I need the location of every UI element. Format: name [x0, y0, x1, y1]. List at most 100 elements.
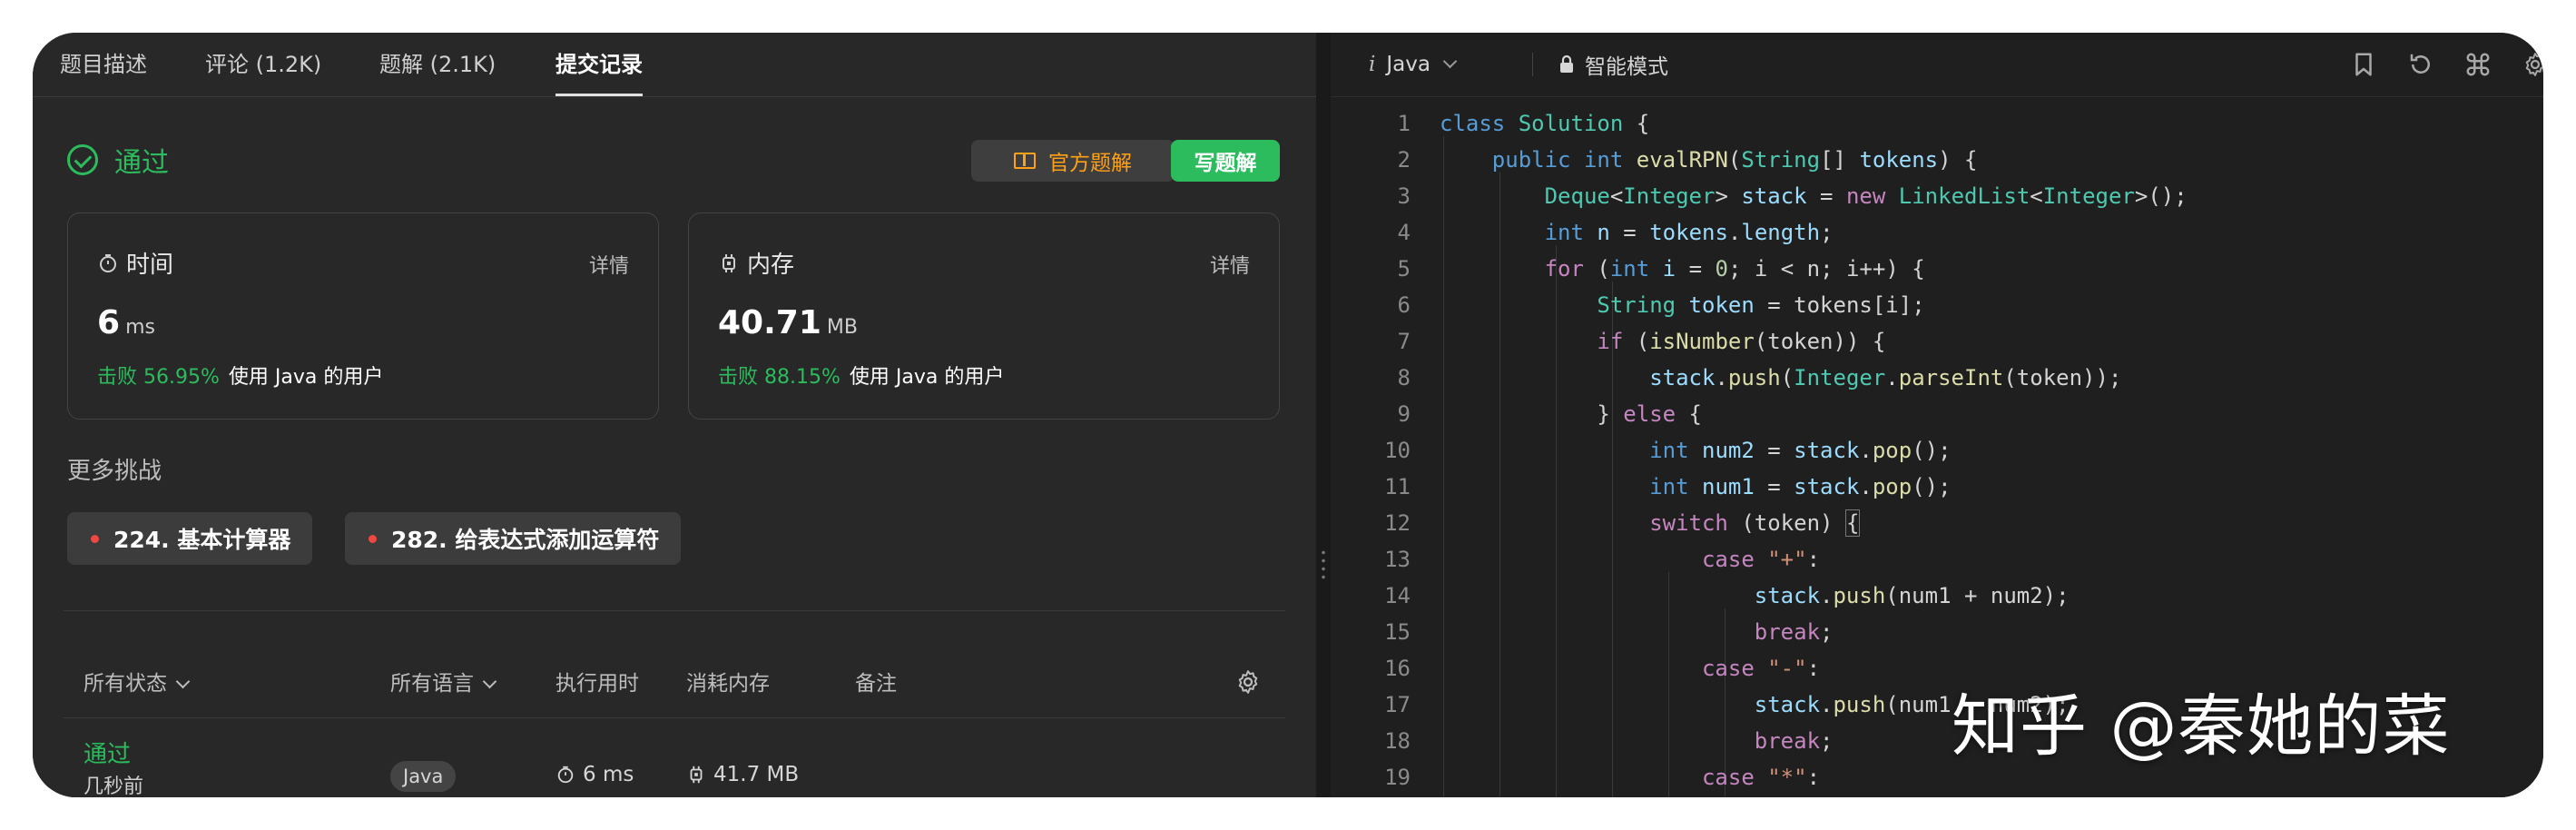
- row-language-badge: Java: [390, 761, 457, 792]
- code-line: case "-":: [1701, 656, 1821, 681]
- command-icon[interactable]: [2464, 51, 2492, 78]
- code-line: stack.push(num1 + num2);: [1754, 583, 2070, 608]
- code-line: Deque<Integer> stack = new LinkedList<In…: [1544, 183, 2188, 209]
- line-number: 13: [1384, 547, 1411, 572]
- status-label: 通过: [114, 147, 169, 179]
- runtime-beat: 击败 56.95% 使用 Java 的用户: [97, 361, 383, 390]
- chevron-down-icon: [482, 674, 497, 689]
- tab-submissions[interactable]: 提交记录: [556, 33, 643, 96]
- runtime-title-text: 时间: [126, 252, 174, 279]
- memory-title-text: 内存: [747, 252, 795, 279]
- code-line: if (isNumber(token)) {: [1597, 329, 1886, 354]
- table-row[interactable]: 通过 几秒前 Java 6 ms 41.7 MB: [33, 725, 1316, 797]
- challenge-chip-282[interactable]: 282. 给表达式添加运算符: [345, 512, 682, 565]
- header-runtime: 执行用时: [556, 672, 639, 696]
- line-number: 18: [1384, 728, 1411, 754]
- line-number: 10: [1384, 438, 1411, 463]
- line-number: 2: [1397, 147, 1411, 173]
- line-number: 4: [1397, 220, 1411, 245]
- memory-detail-link[interactable]: 详情: [1210, 250, 1250, 279]
- line-number: 11: [1384, 474, 1411, 499]
- tab-comments[interactable]: 评论 (1.2K): [205, 33, 321, 96]
- memory-unit: MB: [826, 316, 858, 339]
- runtime-detail-link[interactable]: 详情: [589, 250, 629, 279]
- difficulty-dot: [91, 534, 99, 543]
- panel-resizer[interactable]: [1316, 33, 1331, 797]
- submissions-table-header: 所有状态 所有语言 执行用时 消耗内存 备注: [33, 663, 1316, 705]
- divider: [64, 610, 1285, 611]
- line-number: 5: [1397, 256, 1411, 282]
- header-memory: 消耗内存: [686, 672, 770, 696]
- line-number: 14: [1384, 583, 1411, 608]
- filter-language[interactable]: 所有语言: [390, 663, 497, 705]
- line-number: 7: [1397, 329, 1411, 354]
- official-solution-button[interactable]: 官方题解: [971, 140, 1175, 182]
- language-select[interactable]: i Java: [1369, 33, 1458, 96]
- write-solution-button[interactable]: 写题解: [1171, 140, 1280, 182]
- gear-icon[interactable]: [1234, 668, 1262, 696]
- language-select-value: Java: [1386, 53, 1431, 76]
- memory-beat: 击败 88.15% 使用 Java 的用户: [718, 361, 1004, 390]
- code-line: case "+":: [1701, 547, 1821, 572]
- line-number: 9: [1397, 401, 1411, 427]
- code-line: public int evalRPN(String[] tokens) {: [1491, 147, 1978, 173]
- smart-mode-toggle[interactable]: 智能模式: [1558, 33, 1668, 96]
- line-number: 17: [1384, 692, 1411, 717]
- code-line: stack.push(Integer.parseInt(token));: [1649, 365, 2122, 390]
- code-line: break;: [1754, 619, 1834, 645]
- challenge-chip-224[interactable]: 224. 基本计算器: [67, 512, 313, 565]
- runtime-title: 时间: [97, 246, 173, 280]
- code-line: int n = tokens.length;: [1544, 220, 1834, 245]
- line-number: 12: [1384, 510, 1411, 536]
- row-time: 几秒前: [84, 776, 144, 797]
- chip-icon: [723, 253, 735, 272]
- timer-icon: [557, 766, 574, 784]
- check-circle-icon: [67, 144, 98, 175]
- editor-toolbar: i Java 智能模式: [1331, 33, 2543, 97]
- line-number: 3: [1397, 183, 1411, 209]
- divider: [64, 717, 1285, 718]
- row-runtime-value: 6 ms: [583, 763, 634, 786]
- tab-solutions[interactable]: 题解 (2.1K): [379, 33, 496, 96]
- code-line: class Solution {: [1440, 111, 1650, 136]
- memory-beat-text: 使用 Java 的用户: [849, 366, 1005, 389]
- memory-title: 内存: [718, 246, 794, 280]
- watermark: 知乎 @秦她的菜: [1952, 687, 2451, 766]
- lock-icon: [1560, 54, 1573, 73]
- info-icon: i: [1369, 53, 1376, 76]
- reset-icon[interactable]: [2407, 51, 2434, 78]
- row-status[interactable]: 通过: [84, 736, 131, 769]
- runtime-beat-pct: 击败 56.95%: [97, 366, 220, 389]
- toolbar-separator: [1532, 53, 1533, 76]
- row-runtime: 6 ms: [556, 763, 634, 786]
- code-line: for (int i = 0; i < n; i++) {: [1544, 256, 1925, 282]
- memory-value: 40.71 MB: [718, 304, 858, 341]
- line-number: 16: [1384, 656, 1411, 681]
- code-line: break;: [1754, 728, 1834, 754]
- runtime-beat-text: 使用 Java 的用户: [228, 366, 384, 389]
- memory-beat-pct: 击败 88.15%: [718, 366, 841, 389]
- bookmark-icon[interactable]: [2350, 51, 2377, 78]
- header-notes: 备注: [855, 672, 897, 696]
- row-memory-value: 41.7 MB: [713, 763, 800, 786]
- line-number: 1: [1397, 111, 1411, 136]
- runtime-value: 6 ms: [97, 304, 155, 341]
- code-line: case "*":: [1701, 765, 1821, 790]
- memory-card: 内存 详情 40.71 MB 击败 88.15% 使用 Java 的用户: [688, 212, 1280, 420]
- left-panel: 题目描述 评论 (1.2K) 题解 (2.1K) 提交记录 通过 官方题解 写题…: [33, 33, 1316, 797]
- code-line: int num2 = stack.pop();: [1649, 438, 1952, 463]
- runtime-unit: ms: [125, 316, 155, 339]
- more-challenges-title: 更多挑战: [67, 458, 162, 485]
- drag-handle-icon[interactable]: [1321, 548, 1326, 581]
- runtime-number: 6: [97, 304, 121, 341]
- settings-icon[interactable]: [2522, 51, 2543, 78]
- tab-description[interactable]: 题目描述: [60, 33, 147, 96]
- filter-status[interactable]: 所有状态: [84, 663, 191, 705]
- difficulty-dot: [369, 534, 377, 543]
- problem-tabs: 题目描述 评论 (1.2K) 题解 (2.1K) 提交记录: [33, 33, 1316, 97]
- line-number: 19: [1384, 765, 1411, 790]
- book-icon: [1014, 153, 1036, 169]
- chevron-down-icon: [175, 674, 191, 689]
- code-line: String token = tokens[i];: [1597, 292, 1925, 318]
- memory-number: 40.71: [718, 304, 821, 341]
